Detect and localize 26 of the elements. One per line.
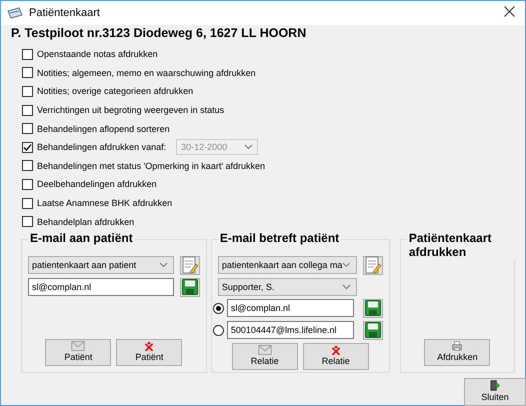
group-title: E-mail betreft patiënt [218,230,342,245]
option-label: Behandelingen aflopend sorteren [37,124,170,134]
option-label: Laatse Anamnese BHK afdrukken [37,198,172,208]
option-label: Behandelingen met status 'Opmerking in kaart' afdrukken [37,160,266,171]
close-button[interactable]: Sluiten [464,378,526,406]
template-dropdown[interactable]: patientenkaart aan collega ma [218,256,357,274]
option-label: Behandelplan afdrukken [37,216,134,227]
send-button[interactable]: Patiënt [45,338,112,366]
option-label: Notities; overige categorieen afdrukken [37,86,194,96]
group-title: E-mail aan patiënt [28,230,135,245]
email-field[interactable]: 500104447@lms.lifeline.nl [226,321,354,340]
template-dropdown[interactable]: patientenkaart aan patient [28,256,174,274]
option-label: Deelbehandelingen afdrukken [37,179,157,190]
option-label: Notities; algemeen, memo en waarschuwing afdrukken [37,68,256,78]
option-label: Behandelingen afdrukken vanaf: [37,142,166,152]
send-button[interactable]: Relatie [232,342,298,370]
print-button[interactable]: Afdrukken [424,338,490,366]
email-field[interactable]: sl@complan.nl [28,278,174,296]
delete-button[interactable]: Relatie [302,342,369,370]
patient-header: P. Testpiloot nr.3123 Diodeweg 6, 1627 LL HOORN [10,25,308,40]
option-label: Openstaande notas afdrukken [37,49,158,60]
relation-dropdown[interactable]: Supporter, S. [218,278,357,296]
email-field[interactable]: sl@complan.nl [226,299,354,318]
delete-button[interactable]: Patiënt [116,338,182,366]
option-label: Verrichtingen uit begroting weergeven in status [37,105,224,116]
window-title: Patiëntenkaart [29,7,101,19]
